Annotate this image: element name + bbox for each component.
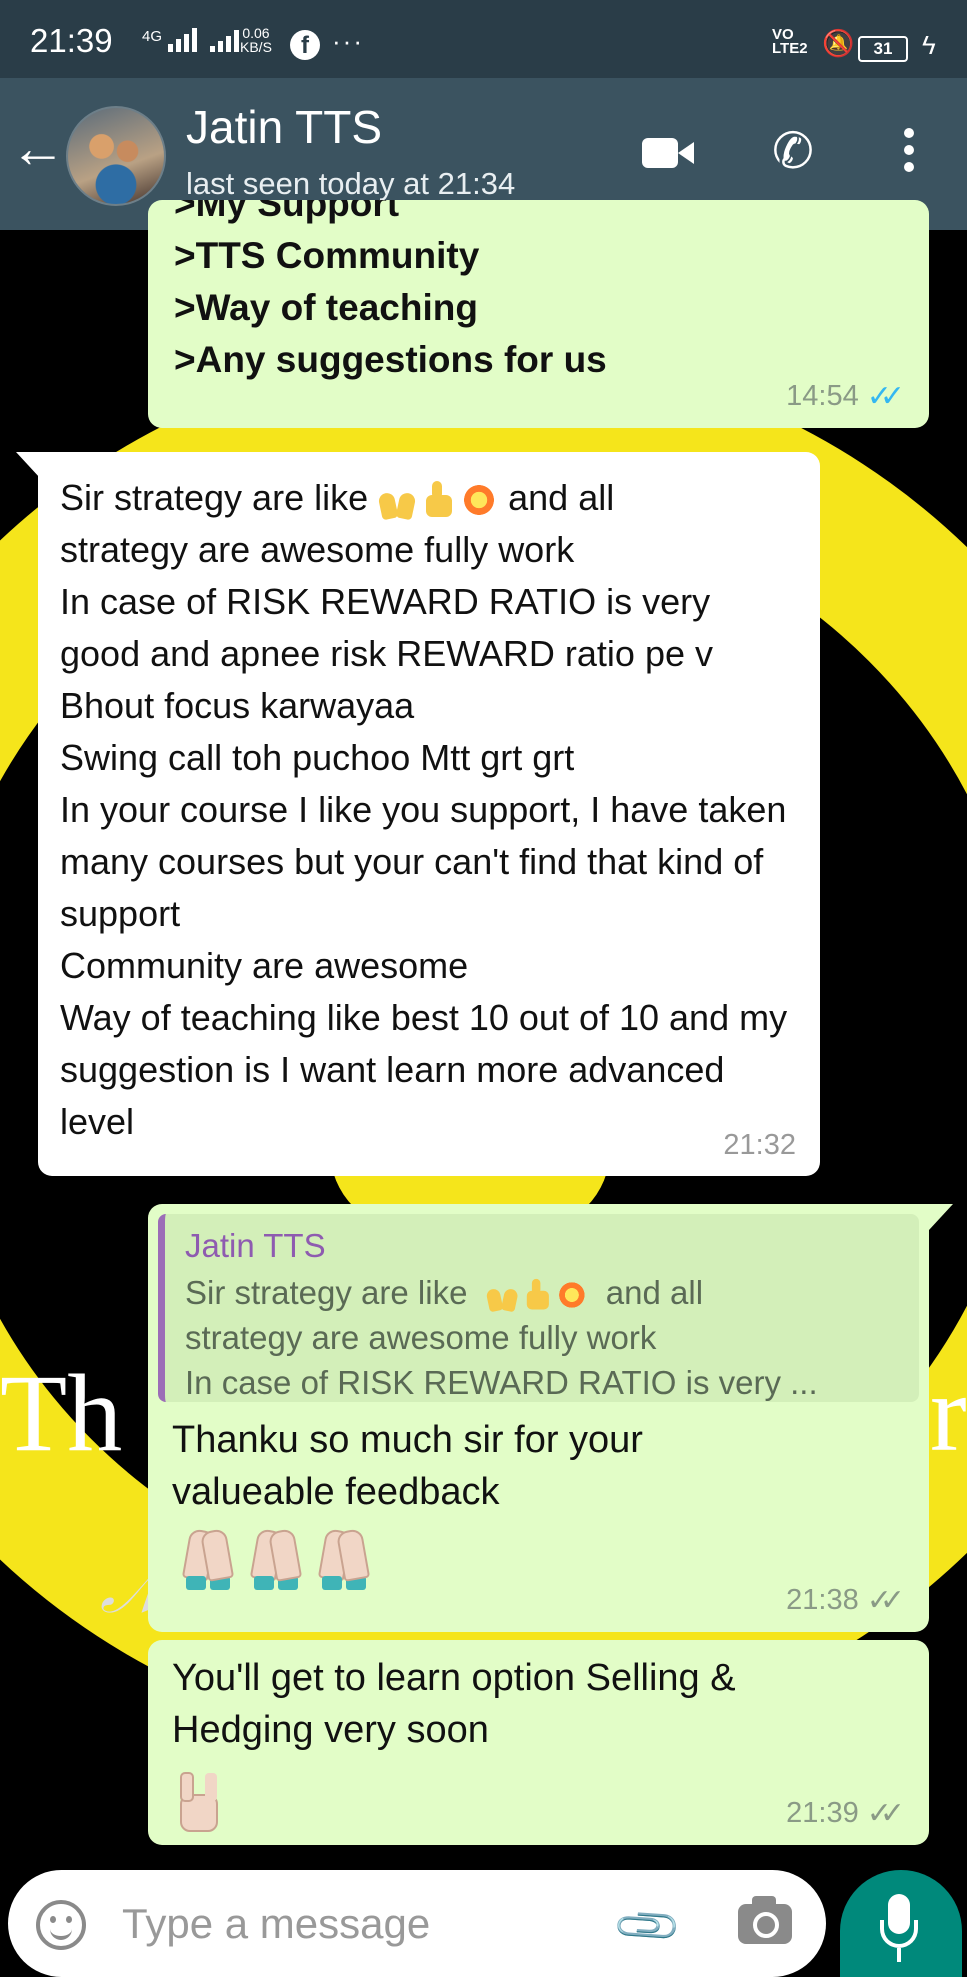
emoji-row (158, 1528, 919, 1590)
message-line: >My Support (174, 200, 400, 224)
wallpaper-text-right: r (930, 1352, 967, 1474)
message-meta: 21:38 ✓✓ (786, 1583, 905, 1618)
muted-bell-icon: 🔕 (822, 28, 855, 58)
volte-indicator: VO LTE2 (772, 26, 808, 57)
read-ticks-icon: ✓✓ (866, 380, 905, 413)
quoted-message[interactable]: Jatin TTS Sir strategy are like and all … (158, 1214, 919, 1402)
message-time: 21:32 (723, 1129, 796, 1161)
raising-hands-emoji-icon (486, 1279, 518, 1311)
charging-icon: ϟ (922, 30, 936, 60)
quoted-text: strategy are awesome fully work In case … (185, 1319, 818, 1401)
message-line: >Way of teaching (174, 287, 478, 328)
message-time: 21:39 (786, 1797, 859, 1829)
voice-record-button[interactable] (840, 1870, 962, 1977)
message-bubble-outgoing[interactable]: >My Support >TTS Community >Way of teach… (148, 200, 929, 428)
emoji-group (486, 1279, 588, 1312)
more-options-icon[interactable] (904, 128, 914, 172)
message-bubble-incoming[interactable]: Sir strategy are like and all strategy a… (38, 452, 820, 1176)
bubble-tail (929, 1204, 953, 1230)
network-speed: 0.06 KB/S (240, 25, 272, 55)
quoted-text-first-line: Sir strategy are like and all (185, 1274, 704, 1312)
delivered-ticks-icon: ✓✓ (866, 1797, 905, 1830)
contact-avatar[interactable] (66, 106, 166, 206)
message-bubble-outgoing[interactable]: Jatin TTS Sir strategy are like and all … (148, 1204, 929, 1632)
message-time: 14:54 (786, 380, 859, 412)
thumbs-up-emoji-icon (420, 481, 456, 519)
contact-name[interactable]: Jatin TTS (186, 100, 382, 154)
status-time: 21:39 (30, 22, 113, 59)
message-meta: 21:32 (723, 1129, 796, 1162)
voice-call-icon[interactable]: ✆ (772, 126, 814, 176)
signal-icon (168, 28, 239, 52)
composer-bar: 📎 (0, 1870, 967, 1977)
message-text: You'll get to learn option Selling & Hed… (172, 1657, 736, 1751)
message-bubble-outgoing[interactable]: You'll get to learn option Selling & Hed… (148, 1640, 929, 1845)
more-notifications-icon: ··· (332, 26, 364, 56)
message-meta: 21:39 ✓✓ (786, 1796, 905, 1831)
camera-icon[interactable] (738, 1896, 792, 1944)
message-input[interactable] (120, 1892, 604, 1956)
collision-emoji-icon (460, 481, 499, 520)
quoted-author: Jatin TTS (185, 1227, 326, 1264)
wallpaper-text-left: Th (0, 1352, 123, 1474)
folded-hands-emoji-icon (182, 1528, 234, 1590)
raising-hands-emoji-icon (378, 481, 416, 519)
last-seen-status[interactable]: last seen today at 21:34 (186, 166, 515, 202)
folded-hands-emoji-icon (250, 1528, 302, 1590)
battery-icon: 31 (858, 36, 908, 62)
emoji-group (378, 481, 499, 520)
message-meta: 14:54 ✓✓ (786, 379, 905, 414)
message-text: Thanku so much sir for your valueable fe… (172, 1419, 643, 1513)
message-composer: 📎 (8, 1870, 826, 1977)
love-you-gesture-emoji-icon (172, 1772, 224, 1834)
collision-emoji-icon (555, 1279, 588, 1312)
network-type: 4G (142, 28, 163, 45)
delivered-ticks-icon: ✓✓ (866, 1584, 905, 1617)
message-line: >TTS Community (174, 235, 480, 276)
message-text: strategy are awesome fully work In case … (60, 529, 788, 1142)
status-bar: 21:39 4G 0.06 KB/S f ··· VO LTE2 🔕 31 ϟ (0, 0, 967, 78)
thumbs-up-emoji-icon (521, 1279, 552, 1311)
video-call-icon[interactable] (642, 134, 694, 174)
bubble-tail (16, 452, 40, 478)
emoji-picker-icon[interactable] (36, 1900, 86, 1950)
attach-paperclip-icon[interactable]: 📎 (610, 1888, 686, 1964)
back-arrow-icon[interactable]: ← (10, 120, 66, 176)
folded-hands-emoji-icon (318, 1528, 370, 1590)
message-text-first-line: Sir strategy are like and all (60, 477, 615, 520)
facebook-icon: f (290, 30, 320, 60)
message-time: 21:38 (786, 1584, 859, 1616)
